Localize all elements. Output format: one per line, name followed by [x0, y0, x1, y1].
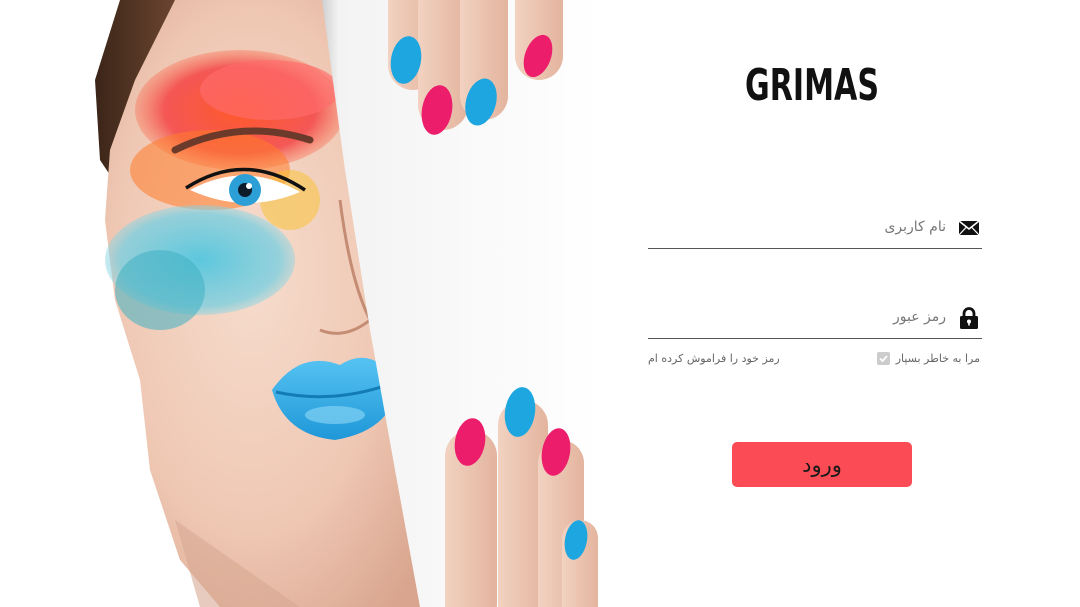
- password-input[interactable]: [666, 302, 946, 332]
- login-page: GRIMAS نام کاربری مرا به خاطر بسپار رمز …: [0, 0, 1080, 607]
- logo-text: GRIMAS: [745, 60, 879, 111]
- envelope-icon: [958, 216, 980, 240]
- remember-me-label: مرا به خاطر بسپار: [895, 352, 980, 365]
- lock-icon: [958, 306, 980, 330]
- hero-image: [0, 0, 600, 607]
- username-field: [648, 208, 982, 249]
- username-input[interactable]: [666, 212, 946, 242]
- brand-logo: GRIMAS: [742, 52, 882, 124]
- remember-me-checkbox[interactable]: مرا به خاطر بسپار: [876, 352, 980, 365]
- forgot-password-link[interactable]: رمز خود را فراموش کرده ام: [648, 352, 780, 365]
- checkbox-checked-icon[interactable]: [876, 352, 890, 365]
- login-button[interactable]: ورود: [732, 442, 912, 487]
- password-field: [648, 298, 982, 339]
